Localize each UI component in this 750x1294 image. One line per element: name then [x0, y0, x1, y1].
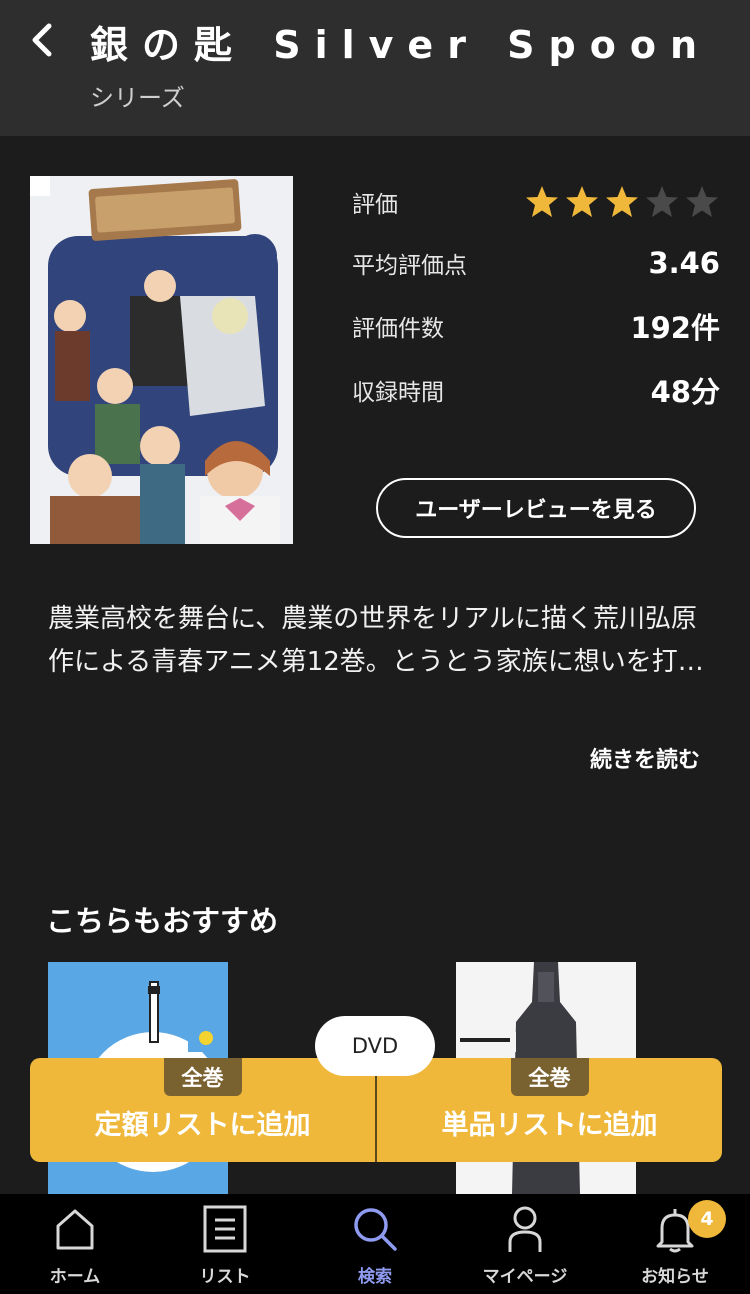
- all-volumes-badge: 全巻: [163, 1058, 242, 1096]
- cover-image[interactable]: [30, 176, 293, 544]
- search-icon: [354, 1208, 397, 1251]
- average-score-value: 3.46: [648, 246, 720, 280]
- nav-notifications[interactable]: お知らせ 4: [600, 1194, 750, 1294]
- nav-home-label: ホーム: [49, 1267, 101, 1287]
- add-subscription-list-label: 定額リストに追加: [94, 1110, 311, 1141]
- chevron-left-icon: [32, 23, 52, 57]
- nav-mypage-label: マイページ: [482, 1267, 568, 1287]
- rating-stars: [524, 184, 720, 220]
- cover-illustration: [30, 176, 293, 544]
- page-title: 銀の匙 Silver Spoon: [90, 23, 711, 67]
- rating-row: 評価: [352, 182, 720, 222]
- nav-mypage[interactable]: マイページ: [450, 1194, 600, 1294]
- back-button[interactable]: [22, 20, 62, 60]
- nav-list-label: リスト: [199, 1267, 251, 1287]
- header: 銀の匙 Silver Spoon シリーズ: [0, 0, 750, 136]
- add-single-list-button[interactable]: 全巻 単品リストに追加: [375, 1058, 722, 1162]
- user-icon: [508, 1206, 542, 1252]
- duration-value: 48分: [650, 375, 720, 409]
- bottom-nav: ホーム リスト 検索 マイページ お知らせ 4: [0, 1194, 750, 1294]
- nav-notifications-label: お知らせ: [641, 1267, 709, 1287]
- rating-count-value: 192件: [630, 311, 720, 345]
- user-review-button[interactable]: ユーザーレビューを見る: [376, 478, 696, 538]
- duration-row: 収録時間 48分: [352, 370, 720, 410]
- all-volumes-badge: 全巻: [510, 1058, 589, 1096]
- nav-search-label: 検索: [358, 1267, 392, 1287]
- nav-home[interactable]: ホーム: [0, 1194, 150, 1294]
- read-more-link[interactable]: 続きを読む: [590, 742, 700, 774]
- description: 農業高校を舞台に、農業の世界をリアルに描く荒川弘原作による青春アニメ第12巻。と…: [48, 604, 704, 677]
- star-filled-icon: [606, 186, 638, 217]
- rating-count-row: 評価件数 192件: [352, 306, 720, 346]
- average-score-label: 平均評価点: [352, 253, 467, 279]
- star-empty-icon: [686, 186, 718, 217]
- star-filled-icon: [566, 186, 598, 217]
- rating-count-label: 評価件数: [352, 316, 444, 342]
- rating-label: 評価: [352, 192, 398, 218]
- page-subtitle: シリーズ: [90, 84, 185, 112]
- format-pill[interactable]: DVD: [315, 1016, 435, 1076]
- nav-list[interactable]: リスト: [150, 1194, 300, 1294]
- list-icon: [203, 1205, 247, 1253]
- star-filled-icon: [526, 186, 558, 217]
- duration-label: 収録時間: [352, 380, 444, 406]
- recommend-title: こちらもおすすめ: [46, 904, 279, 938]
- home-icon: [56, 1209, 94, 1250]
- star-empty-icon: [646, 186, 678, 217]
- notification-badge: 4: [688, 1200, 726, 1238]
- add-subscription-list-button[interactable]: 全巻 定額リストに追加: [30, 1058, 375, 1162]
- nav-search[interactable]: 検索: [300, 1194, 450, 1294]
- average-score-row: 平均評価点 3.46: [352, 243, 720, 283]
- add-single-list-label: 単品リストに追加: [441, 1110, 658, 1141]
